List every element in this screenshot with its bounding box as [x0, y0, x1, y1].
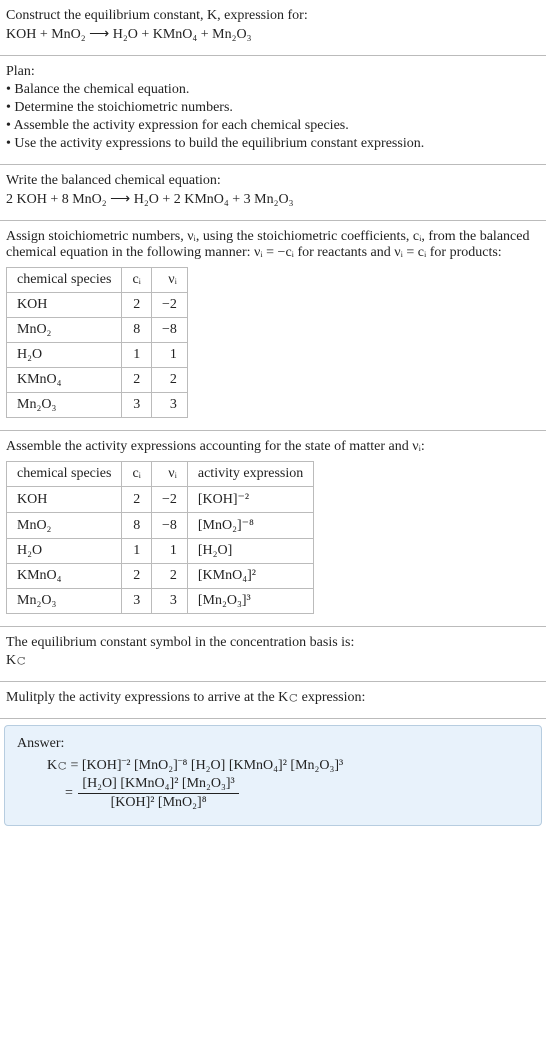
answer-line1: K𝚌 = [KOH]⁻² [MnO₂]⁻⁸ [H₂O] [KMnO₄]² [Mn…: [47, 758, 529, 774]
cell-ci: 3: [122, 589, 152, 614]
plan-bullet-4: • Use the activity expressions to build …: [6, 136, 542, 152]
cell-species: H₂O: [7, 539, 122, 564]
table-row: KOH 2 −2 [KOH]⁻²: [7, 487, 314, 513]
table-row: chemical species cᵢ νᵢ activity expressi…: [7, 462, 314, 487]
cell-activity: [H₂O]: [187, 539, 313, 564]
col-header-activity: activity expression: [187, 462, 313, 487]
col-header-ci: cᵢ: [122, 462, 152, 487]
cell-species: KMnO₄: [7, 368, 122, 393]
balanced-heading: Write the balanced chemical equation:: [6, 173, 542, 189]
activity-table: chemical species cᵢ νᵢ activity expressi…: [6, 461, 314, 614]
cell-activity: [KOH]⁻²: [187, 487, 313, 513]
col-header-vi: νᵢ: [151, 462, 187, 487]
cell-species: Mn₂O₃: [7, 393, 122, 418]
cell-ci: 2: [122, 487, 152, 513]
cell-vi: 2: [151, 564, 187, 589]
plan-heading: Plan:: [6, 64, 542, 80]
cell-ci: 2: [122, 564, 152, 589]
answer-line2: = [H₂O] [KMnO₄]² [Mn₂O₃]³ [KOH]² [MnO₂]⁸: [47, 776, 529, 811]
answer-box: Answer: K𝚌 = [KOH]⁻² [MnO₂]⁻⁸ [H₂O] [KMn…: [4, 725, 542, 826]
table-row: MnO₂ 8 −8 [MnO₂]⁻⁸: [7, 513, 314, 539]
kc-numerator: [H₂O] [KMnO₄]² [Mn₂O₃]³: [78, 776, 238, 794]
cell-ci: 8: [122, 318, 152, 343]
cell-activity: [KMnO₄]²: [187, 564, 313, 589]
cell-ci: 8: [122, 513, 152, 539]
section-question: Construct the equilibrium constant, K, e…: [0, 0, 546, 56]
cell-species: MnO₂: [7, 318, 122, 343]
table-row: Mn₂O₃ 3 3: [7, 393, 188, 418]
cell-species: MnO₂: [7, 513, 122, 539]
cell-vi: 2: [151, 368, 187, 393]
cell-activity: [Mn₂O₃]³: [187, 589, 313, 614]
kc-symbol-text: The equilibrium constant symbol in the c…: [6, 635, 542, 651]
section-multiply: Mulitply the activity expressions to arr…: [0, 682, 546, 719]
cell-vi: 1: [151, 343, 187, 368]
plan-bullet-1: • Balance the chemical equation.: [6, 82, 542, 98]
plan-bullet-2: • Determine the stoichiometric numbers.: [6, 100, 542, 116]
question-equation: KOH + MnO₂ ⟶ H₂O + KMnO₄ + Mn₂O₃: [6, 26, 542, 43]
balanced-equation: 2 KOH + 8 MnO₂ ⟶ H₂O + 2 KMnO₄ + 3 Mn₂O₃: [6, 191, 542, 208]
cell-vi: −8: [151, 513, 187, 539]
section-stoichiometric: Assign stoichiometric numbers, νᵢ, using…: [0, 221, 546, 431]
section-activity: Assemble the activity expressions accoun…: [0, 431, 546, 627]
cell-species: KOH: [7, 293, 122, 318]
table-row: KMnO₄ 2 2: [7, 368, 188, 393]
cell-species: KOH: [7, 487, 122, 513]
answer-label: Answer:: [17, 736, 529, 752]
multiply-text: Mulitply the activity expressions to arr…: [6, 690, 542, 706]
kc-fraction: [H₂O] [KMnO₄]² [Mn₂O₃]³ [KOH]² [MnO₂]⁸: [78, 776, 238, 811]
col-header-species: chemical species: [7, 268, 122, 293]
table-row: chemical species cᵢ νᵢ: [7, 268, 188, 293]
cell-ci: 1: [122, 539, 152, 564]
table-row: KOH 2 −2: [7, 293, 188, 318]
kc-product-form: [KOH]⁻² [MnO₂]⁻⁸ [H₂O] [KMnO₄]² [Mn₂O₃]³: [82, 758, 343, 773]
cell-ci: 2: [122, 368, 152, 393]
table-row: H₂O 1 1 [H₂O]: [7, 539, 314, 564]
col-header-ci: cᵢ: [122, 268, 152, 293]
cell-activity: [MnO₂]⁻⁸: [187, 513, 313, 539]
table-row: Mn₂O₃ 3 3 [Mn₂O₃]³: [7, 589, 314, 614]
cell-ci: 1: [122, 343, 152, 368]
plan-bullet-3: • Assemble the activity expression for e…: [6, 118, 542, 134]
table-row: KMnO₄ 2 2 [KMnO₄]²: [7, 564, 314, 589]
kc-lhs: K𝚌 =: [47, 758, 82, 773]
section-kc-symbol: The equilibrium constant symbol in the c…: [0, 627, 546, 682]
cell-vi: 1: [151, 539, 187, 564]
cell-vi: −2: [151, 293, 187, 318]
stoich-text: Assign stoichiometric numbers, νᵢ, using…: [6, 229, 542, 261]
kc-denominator: [KOH]² [MnO₂]⁸: [78, 794, 238, 811]
cell-species: Mn₂O₃: [7, 589, 122, 614]
cell-vi: −2: [151, 487, 187, 513]
cell-vi: 3: [151, 393, 187, 418]
document-root: Construct the equilibrium constant, K, e…: [0, 0, 546, 826]
cell-species: KMnO₄: [7, 564, 122, 589]
table-row: MnO₂ 8 −8: [7, 318, 188, 343]
cell-vi: −8: [151, 318, 187, 343]
section-plan: Plan: • Balance the chemical equation. •…: [0, 56, 546, 165]
kc-symbol: K𝚌: [6, 653, 542, 669]
col-header-species: chemical species: [7, 462, 122, 487]
cell-ci: 2: [122, 293, 152, 318]
stoich-table: chemical species cᵢ νᵢ KOH 2 −2 MnO₂ 8 −…: [6, 267, 188, 418]
cell-vi: 3: [151, 589, 187, 614]
answer-expression: K𝚌 = [KOH]⁻² [MnO₂]⁻⁸ [H₂O] [KMnO₄]² [Mn…: [17, 758, 529, 811]
table-row: H₂O 1 1: [7, 343, 188, 368]
col-header-vi: νᵢ: [151, 268, 187, 293]
cell-ci: 3: [122, 393, 152, 418]
activity-text: Assemble the activity expressions accoun…: [6, 439, 542, 455]
section-balanced-equation: Write the balanced chemical equation: 2 …: [0, 165, 546, 221]
question-line-1: Construct the equilibrium constant, K, e…: [6, 8, 542, 24]
equals-sign: =: [65, 786, 76, 801]
cell-species: H₂O: [7, 343, 122, 368]
